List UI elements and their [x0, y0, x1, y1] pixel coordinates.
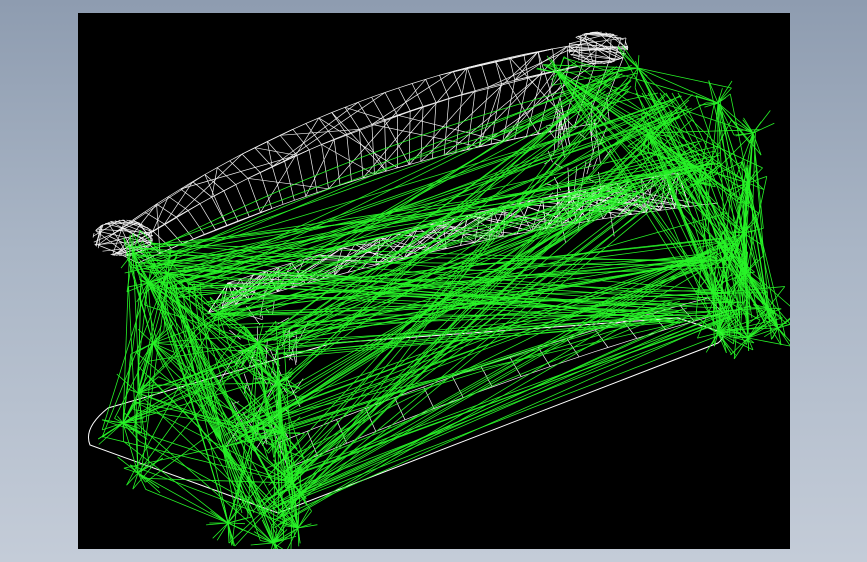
cad-viewport[interactable] [78, 13, 790, 549]
sofa-frame-mesh [97, 45, 790, 549]
sofa-wireframe-drawing [88, 31, 790, 549]
base-plate-outline [88, 317, 724, 514]
